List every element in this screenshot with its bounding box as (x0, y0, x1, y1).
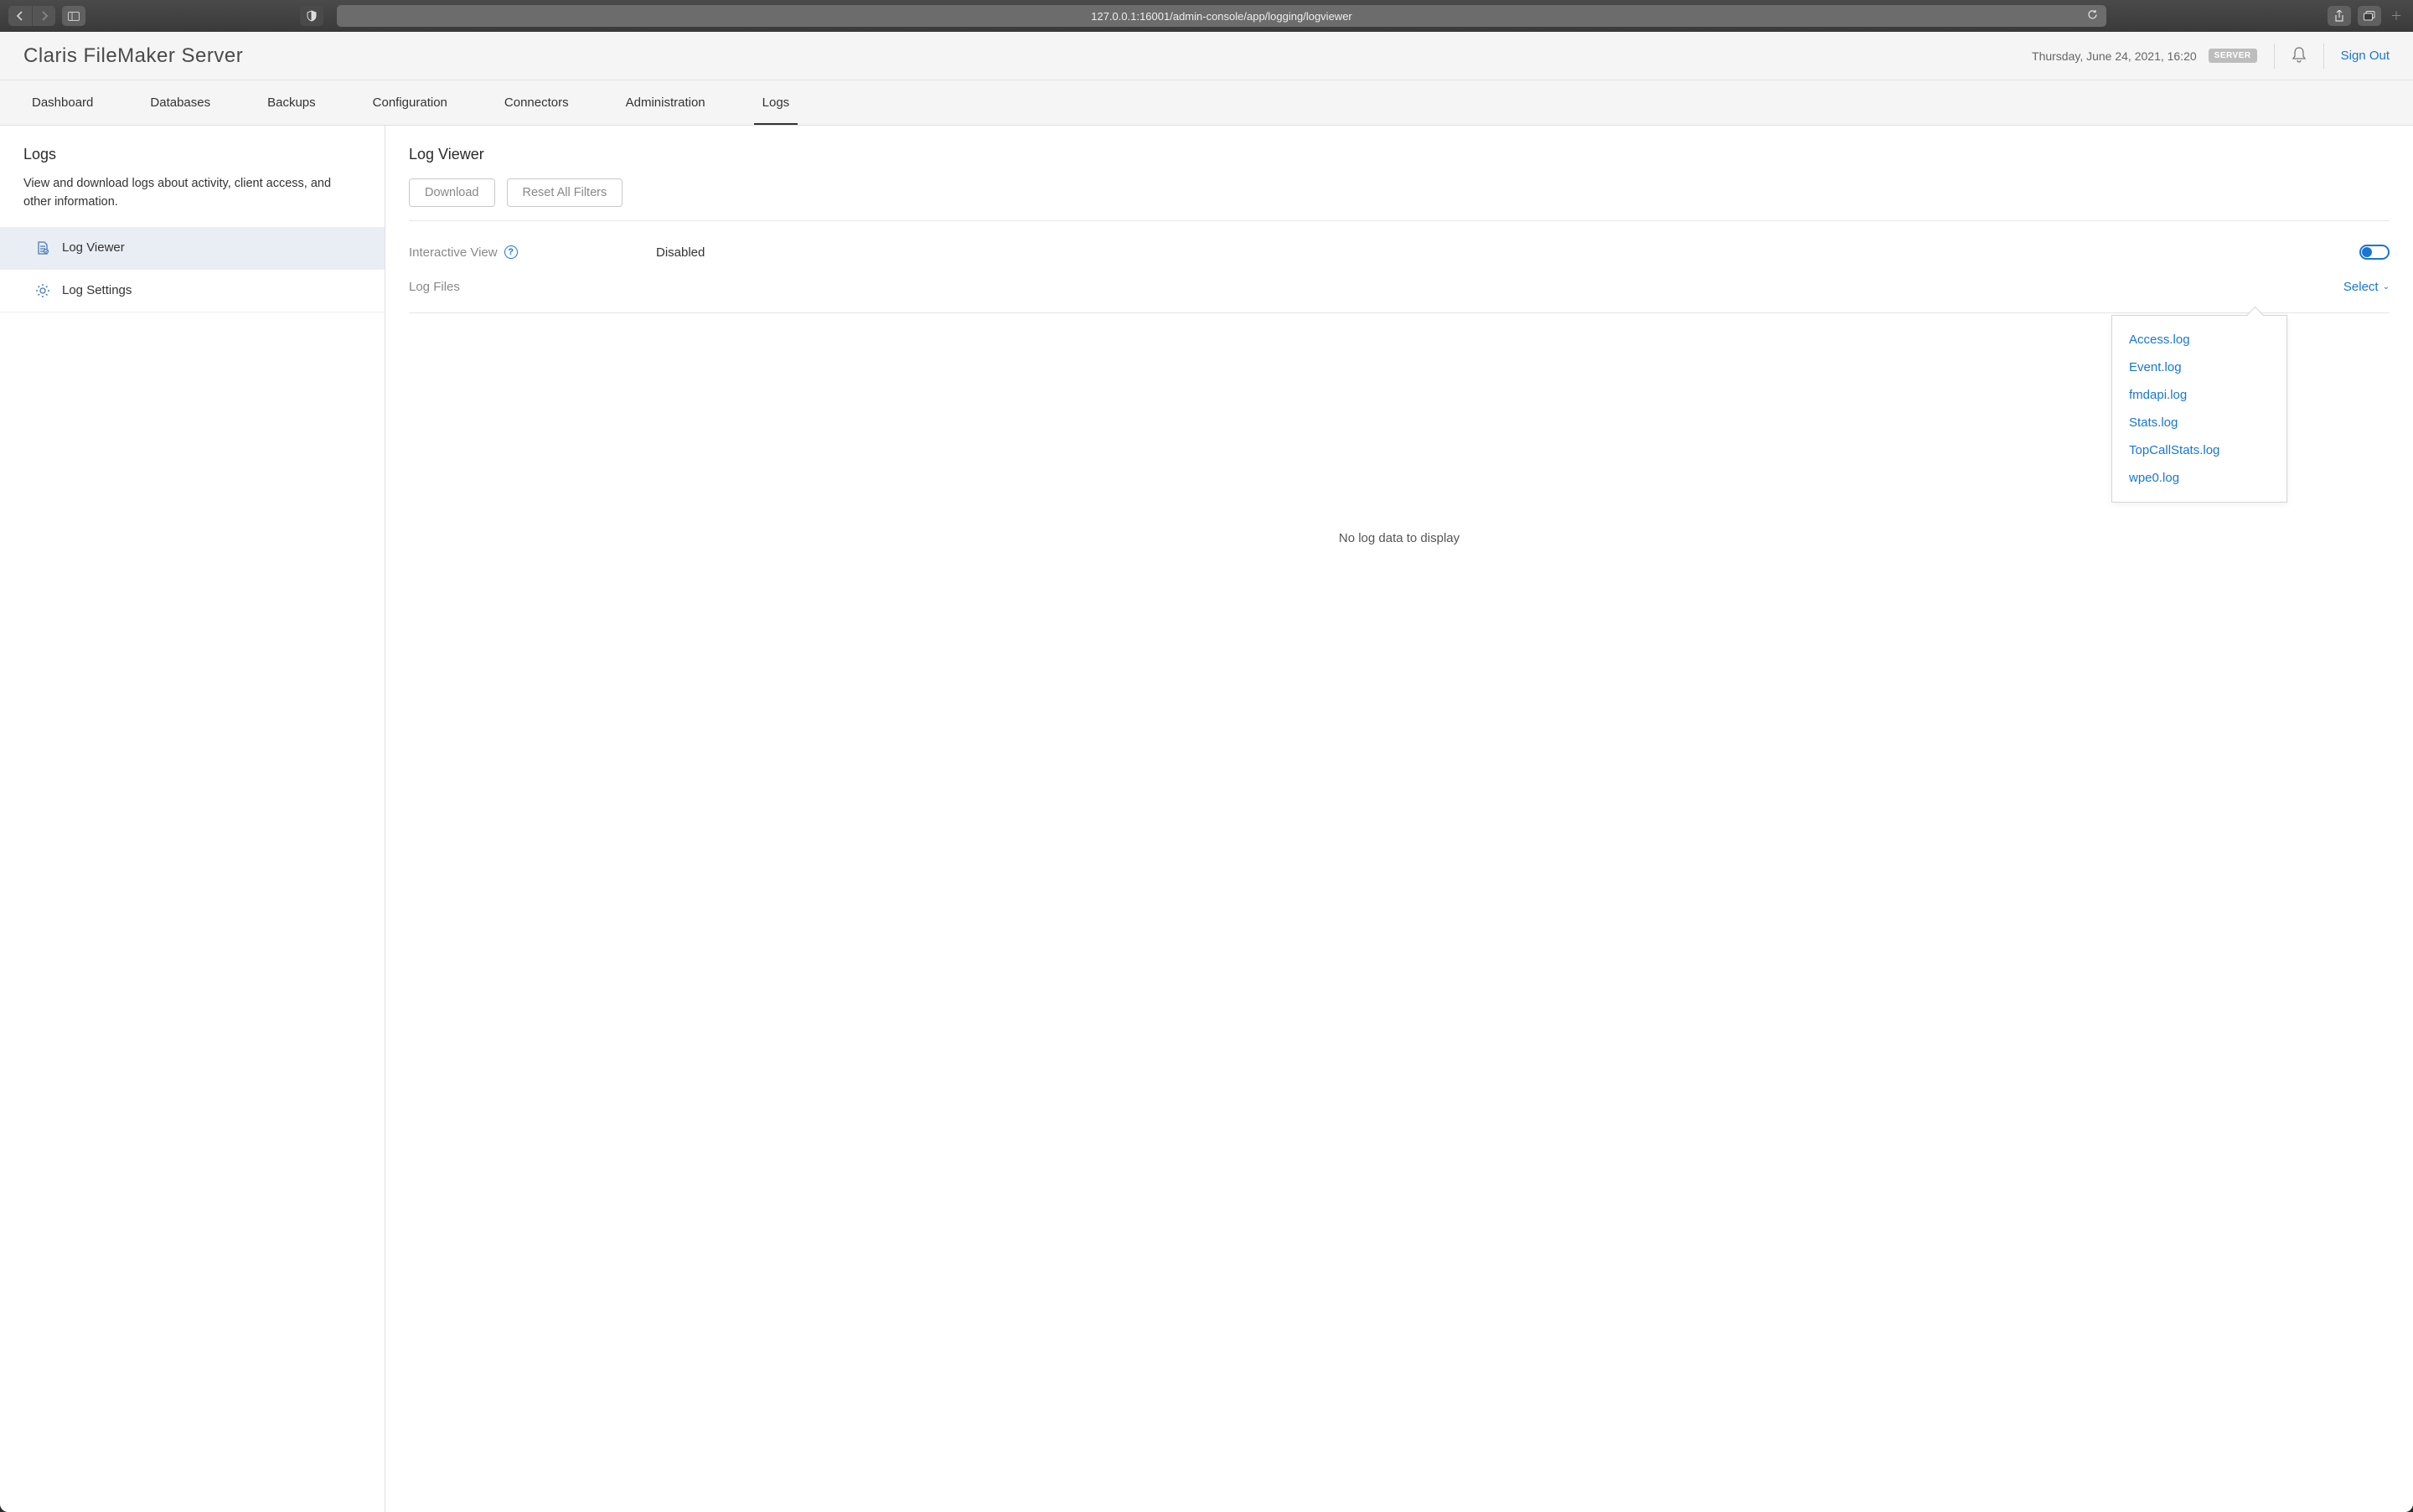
label-text: Interactive View (409, 245, 498, 260)
forward-button[interactable] (32, 6, 55, 26)
signout-link[interactable]: Sign Out (2341, 49, 2390, 63)
tab-databases[interactable]: Databases (142, 81, 219, 124)
action-button-row: Download Reset All Filters (409, 178, 2390, 221)
sidebar-title: Logs (0, 146, 385, 175)
sidebar-item-log-settings[interactable]: Log Settings (0, 270, 385, 312)
reader-button[interactable] (300, 6, 323, 26)
log-files-row: Log Files Select ⌄ (409, 270, 2390, 313)
browser-toolbar: 127.0.0.1:16001/admin-console/app/loggin… (0, 0, 2413, 32)
server-badge: SERVER (2209, 49, 2257, 63)
sidebar-icon (68, 12, 80, 21)
sidebar-description: View and download logs about activity, c… (0, 175, 385, 227)
url-text: 127.0.0.1:16001/admin-console/app/loggin… (1091, 10, 1352, 23)
tab-dashboard[interactable]: Dashboard (23, 81, 101, 124)
share-icon (2334, 10, 2344, 22)
tab-administration[interactable]: Administration (617, 81, 714, 124)
header-timestamp: Thursday, June 24, 2021, 16:20 (2032, 49, 2197, 63)
tab-connectors[interactable]: Connectors (496, 81, 577, 124)
help-icon[interactable]: ? (504, 245, 518, 259)
dropdown-option-access[interactable]: Access.log (2112, 326, 2286, 353)
interactive-view-label: Interactive View ? (409, 245, 656, 260)
tab-backups[interactable]: Backups (259, 81, 324, 124)
main-content: Log Viewer Download Reset All Filters In… (385, 126, 2413, 1512)
sidebar-item-log-viewer[interactable]: Log Viewer (0, 227, 385, 270)
app-window: Claris FileMaker Server Thursday, June 2… (0, 32, 2413, 1512)
sidebar-item-label: Log Viewer (62, 240, 125, 255)
gear-icon (35, 283, 50, 298)
new-tab-button[interactable]: ＋ (2388, 6, 2405, 26)
log-files-dropdown: Access.log Event.log fmdapi.log Stats.lo… (2111, 315, 2287, 503)
dropdown-option-topcallstats[interactable]: TopCallStats.log (2112, 436, 2286, 464)
app-title: Claris FileMaker Server (23, 44, 243, 68)
tab-bar: Dashboard Databases Backups Configuratio… (0, 80, 2413, 126)
dropdown-option-stats[interactable]: Stats.log (2112, 409, 2286, 436)
notifications-button[interactable] (2292, 46, 2307, 65)
no-data-message: No log data to display (409, 531, 2390, 545)
app-header: Claris FileMaker Server Thursday, June 2… (0, 32, 2413, 80)
sidebar: Logs View and download logs about activi… (0, 126, 385, 1512)
page-title: Log Viewer (409, 146, 2390, 163)
tab-configuration[interactable]: Configuration (364, 81, 456, 124)
url-bar[interactable]: 127.0.0.1:16001/admin-console/app/loggin… (337, 5, 2106, 27)
dropdown-option-fmdapi[interactable]: fmdapi.log (2112, 381, 2286, 409)
document-icon (35, 240, 50, 255)
bell-icon (2292, 46, 2307, 63)
dropdown-option-event[interactable]: Event.log (2112, 353, 2286, 381)
tabs-button[interactable] (2358, 6, 2381, 26)
divider (2323, 44, 2324, 69)
tabs-icon (2364, 11, 2375, 21)
interactive-view-row: Interactive View ? Disabled (409, 235, 2390, 270)
toggle-knob (2362, 247, 2372, 257)
share-button[interactable] (2328, 6, 2351, 26)
sidebar-item-label: Log Settings (62, 283, 132, 297)
reset-filters-button[interactable]: Reset All Filters (507, 178, 623, 207)
refresh-icon[interactable] (2087, 9, 2098, 23)
chevron-down-icon: ⌄ (2383, 282, 2390, 292)
back-button[interactable] (8, 6, 32, 26)
log-files-select[interactable]: Select ⌄ (2343, 280, 2390, 294)
shield-icon (306, 10, 318, 22)
app-body: Logs View and download logs about activi… (0, 126, 2413, 1512)
interactive-view-value: Disabled (656, 245, 705, 260)
chevron-left-icon (15, 11, 25, 21)
divider (2274, 44, 2275, 69)
chevron-right-icon (39, 11, 49, 21)
interactive-view-toggle[interactable] (2359, 245, 2390, 260)
dropdown-option-wpe0[interactable]: wpe0.log (2112, 464, 2286, 492)
select-label-text: Select (2343, 280, 2379, 294)
tab-logs[interactable]: Logs (754, 81, 798, 124)
label-text: Log Files (409, 280, 460, 294)
sidebar-toggle-button[interactable] (62, 6, 85, 26)
download-button[interactable]: Download (409, 178, 495, 207)
log-files-label: Log Files (409, 280, 656, 294)
